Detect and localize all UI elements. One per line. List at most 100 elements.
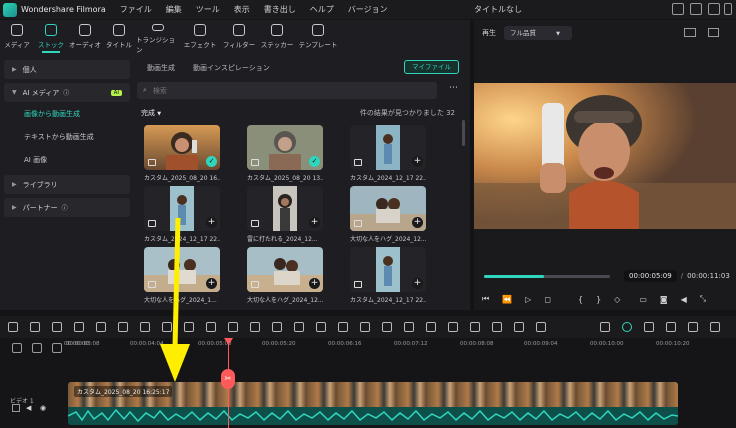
redo-icon[interactable]	[74, 322, 84, 332]
toggle-render-icon[interactable]	[622, 322, 632, 332]
render-icon[interactable]	[600, 322, 610, 332]
list-item[interactable]: + カスタム_2024_12_17 22...	[350, 125, 426, 182]
sidebar-ai-media[interactable]: ▼ AI メディア ⓘ AI	[4, 83, 130, 102]
timeline-ruler[interactable]: 00:00:00 00:00:03:08 00:00:04:04 00:00:0…	[64, 338, 736, 352]
check-icon[interactable]: ✓	[309, 156, 320, 167]
account-icon[interactable]	[690, 3, 702, 15]
add-icon[interactable]: +	[412, 156, 423, 167]
search-bar[interactable]: ⌕	[137, 82, 437, 99]
list-item[interactable]: ✓ カスタム_2025_08_20 16...	[144, 125, 220, 182]
folder-icon[interactable]	[12, 404, 20, 412]
add-icon[interactable]: +	[206, 278, 217, 289]
scissors-icon[interactable]: ✂	[221, 369, 235, 389]
speed-icon[interactable]	[184, 322, 194, 332]
video-clip[interactable]: カスタム_2025_08_20 16:25:17	[68, 382, 678, 425]
stop-icon[interactable]: ◻	[544, 295, 551, 304]
my-file-button[interactable]: マイファイル	[404, 60, 459, 74]
add-icon[interactable]: +	[309, 278, 320, 289]
smart-edit-icon[interactable]	[470, 322, 480, 332]
sidebar-partner[interactable]: ▶ パートナー ⓘ	[4, 198, 130, 217]
tab-video-generation[interactable]: 動画生成	[147, 63, 175, 73]
select-icon[interactable]	[30, 322, 40, 332]
tool-sticker[interactable]: ステッカー	[258, 20, 296, 54]
eye-icon[interactable]: ◉	[40, 404, 46, 412]
ai-cutout-icon[interactable]	[338, 322, 348, 332]
zoom-icon[interactable]	[710, 322, 720, 332]
step-back-icon[interactable]: ⏪	[502, 295, 512, 304]
undo-icon[interactable]	[52, 322, 62, 332]
tool-title[interactable]: タイトル	[102, 20, 136, 54]
audio-stretch-icon[interactable]	[360, 322, 370, 332]
menu-view[interactable]: 表示	[234, 4, 250, 15]
menu-tools[interactable]: ツール	[196, 4, 220, 15]
search-input[interactable]	[152, 86, 353, 95]
sidebar-item-ai-image[interactable]: AI 画像	[4, 148, 130, 171]
tts-icon[interactable]	[536, 322, 546, 332]
list-item[interactable]: + 大切な人をハグ_2024_1...	[144, 247, 220, 304]
list-item[interactable]: + カスタム_2024_12_17 22...	[144, 186, 220, 243]
snap-icon[interactable]	[644, 322, 654, 332]
fullscreen-icon[interactable]: ⤡	[700, 294, 706, 304]
volume-icon[interactable]: ◀	[681, 295, 687, 304]
menu-file[interactable]: ファイル	[120, 4, 152, 15]
split-icon[interactable]	[118, 322, 128, 332]
menu-edit[interactable]: 編集	[166, 4, 182, 15]
check-icon[interactable]: ✓	[206, 156, 217, 167]
transform-icon[interactable]	[448, 322, 458, 332]
subtitle-icon[interactable]	[492, 322, 502, 332]
sidebar-item-image-to-video[interactable]: 画像から動画生成	[4, 102, 130, 125]
add-track-icon[interactable]	[32, 343, 42, 353]
stabilize-icon[interactable]	[294, 322, 304, 332]
sidebar-library[interactable]: ▶ ライブラリ	[4, 175, 130, 194]
camera-icon[interactable]: ◙	[660, 295, 668, 304]
playback-progress[interactable]	[484, 275, 610, 278]
tool-transition[interactable]: トランジション	[136, 20, 180, 54]
sidebar-item-text-to-video[interactable]: テキストから動画生成	[4, 125, 130, 148]
compare-icon[interactable]	[684, 28, 696, 37]
duration-icon[interactable]	[250, 322, 260, 332]
filter-dropdown[interactable]: 完成 ▼	[141, 108, 161, 118]
menu-export[interactable]: 書き出し	[264, 4, 296, 15]
tool-template[interactable]: テンプレート	[296, 20, 340, 54]
track-manager-icon[interactable]	[52, 343, 62, 353]
sidebar-personal[interactable]: ▶ 個人	[4, 60, 130, 79]
tab-video-inspiration[interactable]: 動画インスピレーション	[193, 63, 270, 73]
prev-frame-icon[interactable]: ⏮	[482, 294, 489, 304]
detach-audio-icon[interactable]	[382, 322, 392, 332]
mark-out-icon[interactable]: }	[596, 295, 601, 304]
mark-in-icon[interactable]: {	[578, 295, 583, 304]
play-icon[interactable]: ▷	[525, 295, 531, 304]
list-item[interactable]: ✓ カスタム_2025_08_20 13...	[247, 125, 323, 182]
marker-icon[interactable]: ◇	[614, 295, 620, 304]
lock-icon[interactable]	[206, 322, 216, 332]
quality-select[interactable]: フル品質 ▼	[504, 26, 572, 40]
tool-effect[interactable]: エフェクト	[180, 20, 220, 54]
delete-icon[interactable]	[96, 322, 106, 332]
mask-icon[interactable]	[316, 322, 326, 332]
save-icon[interactable]	[708, 3, 720, 15]
link-icon[interactable]	[12, 343, 22, 353]
speaker-icon[interactable]: ◀	[26, 404, 31, 412]
tool-filter[interactable]: フィルター	[220, 20, 258, 54]
motion-track-icon[interactable]	[404, 322, 414, 332]
list-item[interactable]: + カスタム_2024_12_17 22...	[350, 247, 426, 304]
display-icon[interactable]: ▭	[639, 295, 647, 304]
text-icon[interactable]	[162, 322, 172, 332]
list-item[interactable]: + 大切な人をハグ_2024_12...	[350, 186, 426, 243]
add-icon[interactable]: +	[309, 217, 320, 228]
crop-icon[interactable]	[140, 322, 150, 332]
record-icon[interactable]	[666, 322, 676, 332]
audio-mixer-icon[interactable]	[688, 322, 698, 332]
menu-more-icon[interactable]	[724, 3, 732, 15]
add-icon[interactable]: +	[412, 278, 423, 289]
snapshot-icon[interactable]	[708, 28, 719, 37]
gift-icon[interactable]	[672, 3, 684, 15]
tool-stock[interactable]: ストック	[34, 20, 68, 54]
color-icon[interactable]	[228, 322, 238, 332]
ai-icon[interactable]	[514, 322, 524, 332]
add-icon[interactable]: +	[206, 217, 217, 228]
menu-version[interactable]: バージョン	[348, 4, 388, 15]
more-options-icon[interactable]: ⋯	[449, 83, 458, 93]
content-scrollbar[interactable]	[462, 120, 465, 146]
menu-help[interactable]: ヘルプ	[310, 4, 334, 15]
